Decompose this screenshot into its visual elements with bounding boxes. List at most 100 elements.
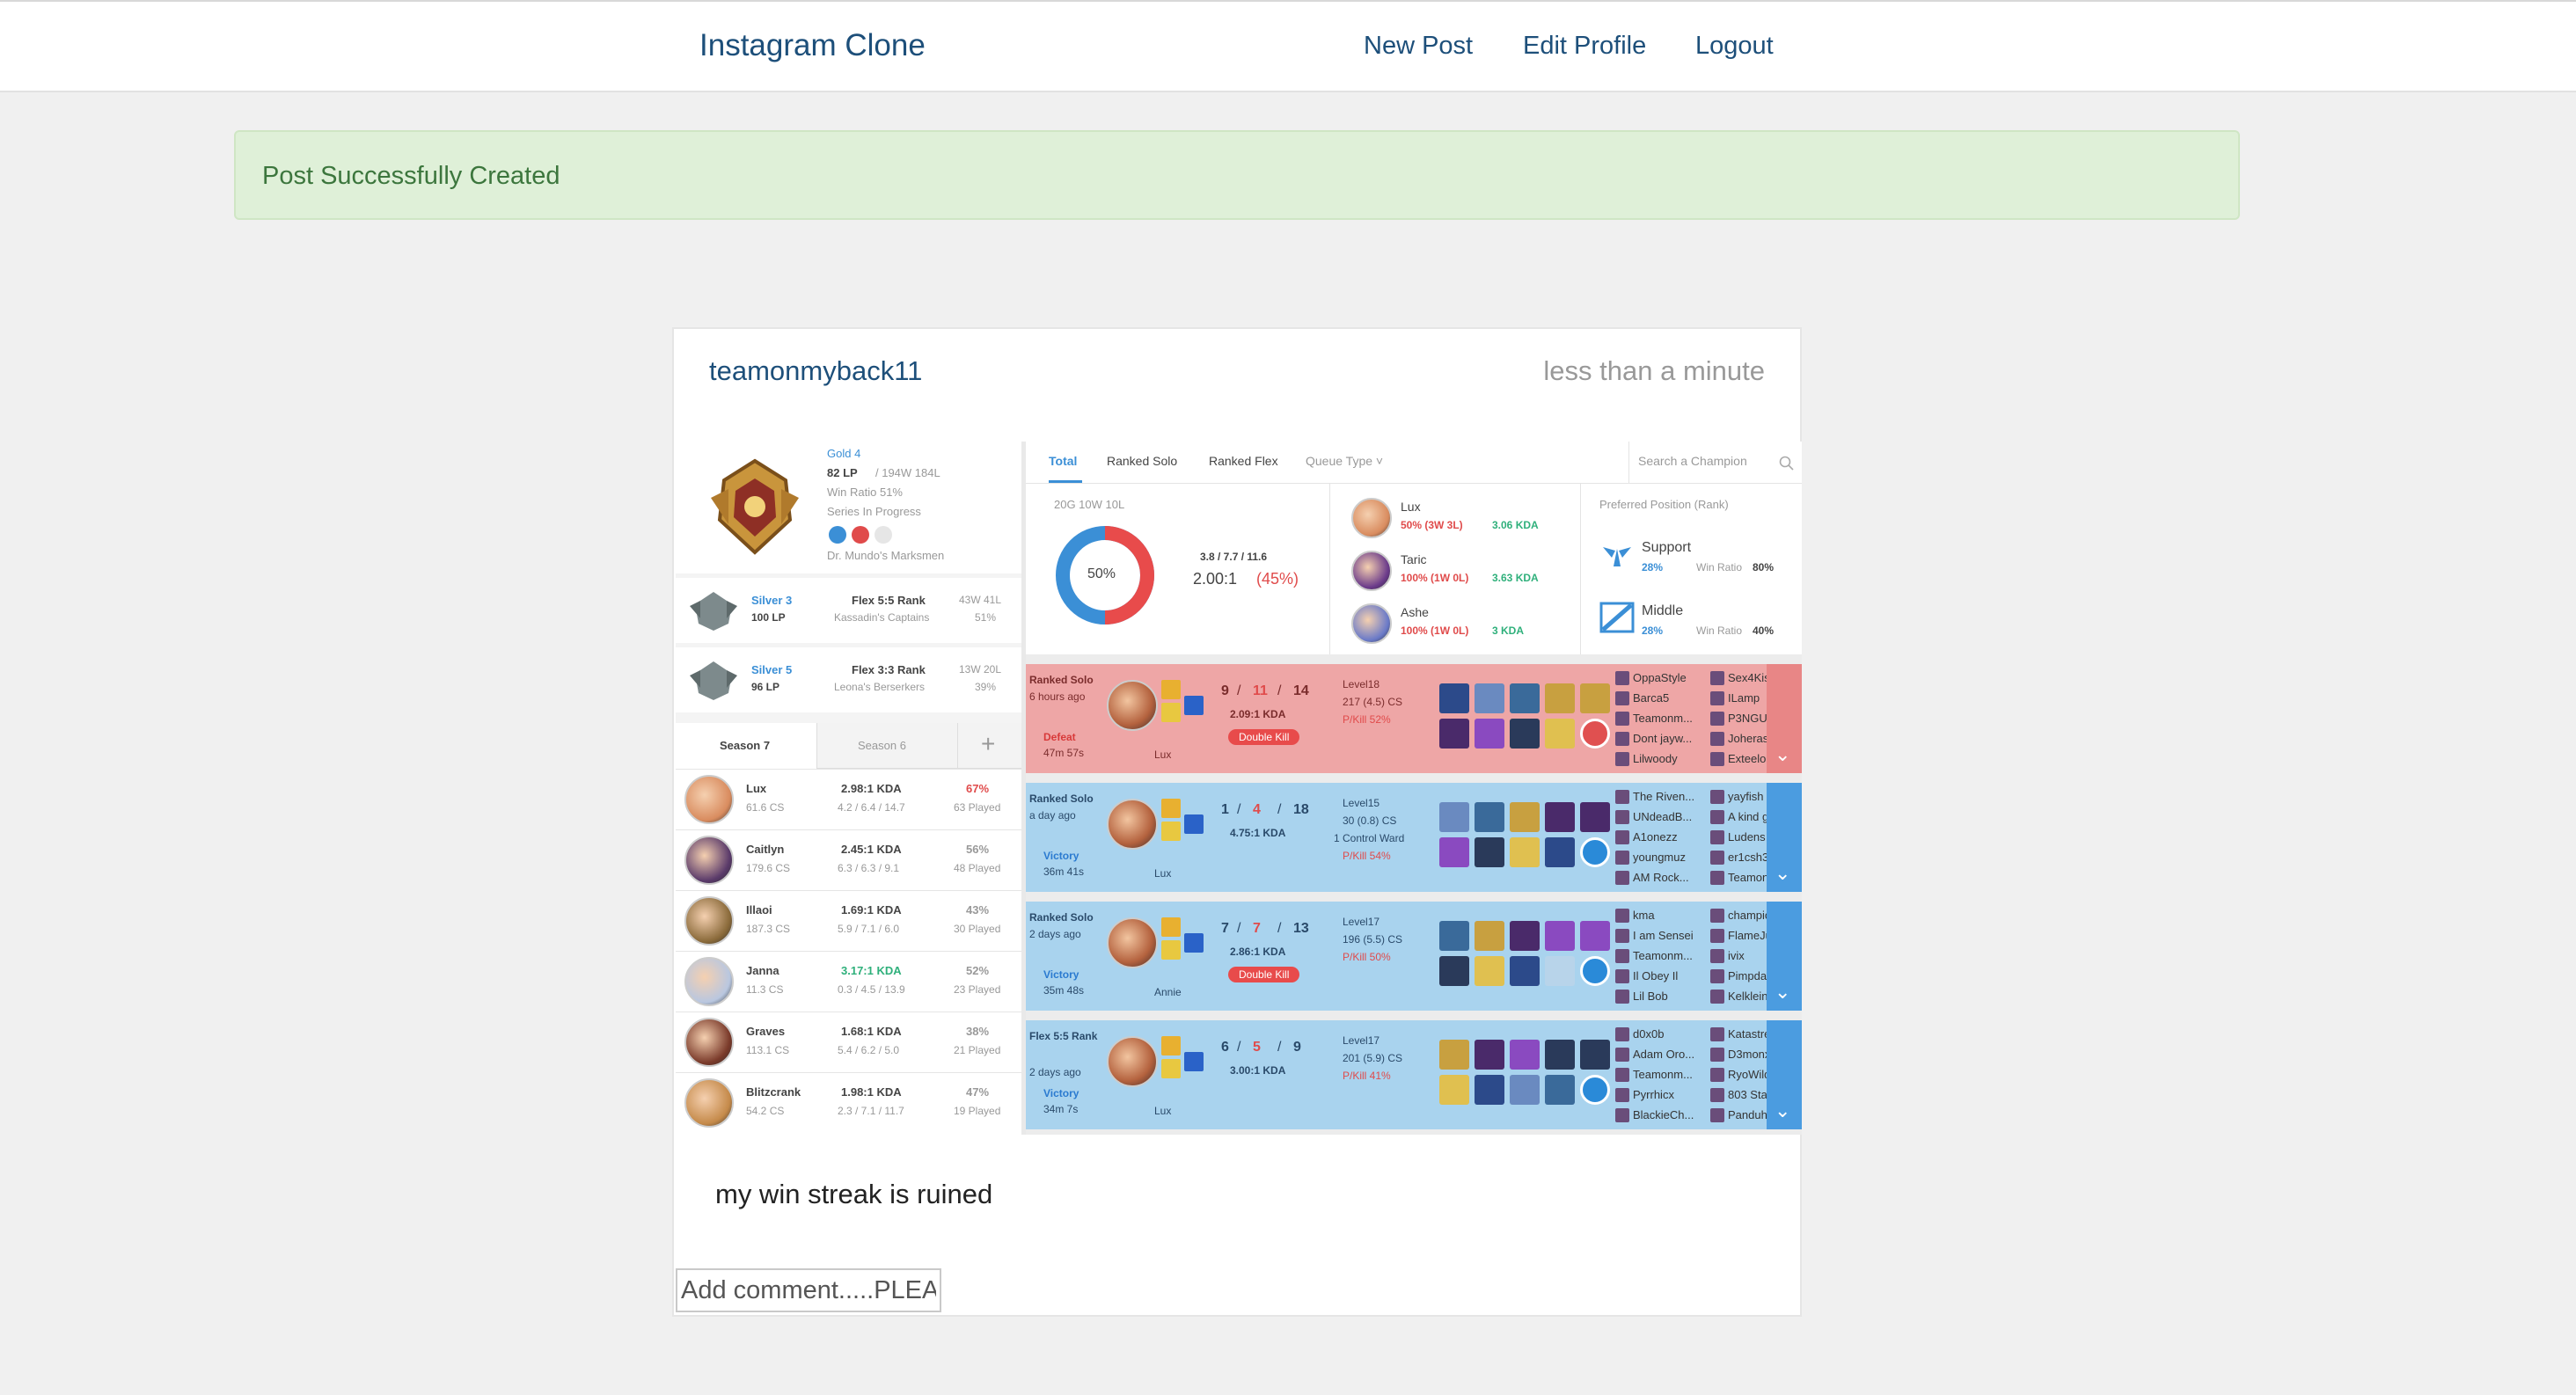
match-deaths: 7	[1253, 921, 1261, 936]
team1-player[interactable]: Barca5	[1633, 691, 1669, 705]
flex-rank-lp: 96 LP	[751, 681, 780, 693]
champion-kda: 2.98:1 KDA	[841, 782, 902, 795]
champion-row[interactable]: Caitlyn 179.6 CS 2.45:1 KDA 6.3 / 6.3 / 9.1…	[676, 829, 1021, 890]
match-duration: 34m 7s	[1043, 1103, 1079, 1115]
team2-player[interactable]: yayfish	[1728, 790, 1763, 803]
match-when: 2 days ago	[1029, 928, 1081, 940]
team1-player[interactable]: The Riven...	[1633, 790, 1694, 803]
team1-player[interactable]: Il Obey Il	[1633, 969, 1678, 982]
team1-player[interactable]: AM Rock...	[1633, 871, 1689, 884]
player-champion-icon	[1710, 1108, 1724, 1122]
tab-season-7[interactable]: Season 7	[676, 723, 816, 769]
new-post-link[interactable]: New Post	[1364, 32, 1473, 61]
team1-player[interactable]: Pyrrhicx	[1633, 1088, 1674, 1101]
flex-rank-pct: 39%	[975, 681, 997, 693]
match-row[interactable]: Ranked Solo 6 hours ago Defeat 47m 57s Lux 9 /…	[1026, 664, 1802, 773]
alert-message: Post Successfully Created	[262, 162, 560, 190]
player-champion-icon	[1710, 1048, 1724, 1062]
champion-row[interactable]: Graves 113.1 CS 1.68:1 KDA 5.4 / 6.2 / 5.0 3…	[676, 1012, 1021, 1072]
champion-name: Blitzcrank	[746, 1085, 801, 1099]
expand-match-button[interactable]: ⌄	[1767, 783, 1802, 892]
player-champion-icon	[1615, 830, 1629, 844]
team1-player[interactable]: UNdeadB...	[1633, 810, 1692, 823]
team1-player[interactable]: Lil Bob	[1633, 990, 1668, 1003]
kda-slash: /	[1237, 1040, 1241, 1055]
tab-ranked-solo[interactable]: Ranked Solo	[1107, 454, 1177, 468]
player-champion-icon	[1615, 1108, 1629, 1122]
item-slot-icon	[1439, 802, 1469, 832]
edit-profile-link[interactable]: Edit Profile	[1523, 32, 1646, 61]
champion-winrate: 43%	[966, 903, 990, 917]
tab-total[interactable]: Total	[1049, 454, 1077, 468]
match-control-wards: 1 Control Ward	[1334, 832, 1405, 844]
team1-player[interactable]: youngmuz	[1633, 851, 1686, 864]
expand-match-button[interactable]: ⌄	[1767, 1020, 1802, 1129]
team1-player[interactable]: I am Sensei	[1633, 929, 1694, 942]
match-row[interactable]: Ranked Solo 2 days ago Victory 35m 48s Annie…	[1026, 902, 1802, 1011]
silver-rank-emblem-icon	[690, 661, 737, 700]
team1-player[interactable]: Lilwoody	[1633, 752, 1678, 765]
champion-kda: 3.17:1 KDA	[841, 964, 902, 977]
match-row[interactable]: Flex 5:5 Rank 2 days ago Victory 34m 7s Lux 6…	[1026, 1020, 1802, 1129]
player-champion-icon	[1615, 1027, 1629, 1041]
champion-row[interactable]: Blitzcrank 54.2 CS 1.98:1 KDA 2.3 / 7.1 / 1…	[676, 1072, 1021, 1133]
team1-player[interactable]: kma	[1633, 909, 1655, 922]
recent-champion-stats: 100% (1W 0L)	[1401, 624, 1469, 637]
champion-name: Illaoi	[746, 903, 772, 917]
chevron-down-icon: ⌄	[1775, 981, 1791, 1003]
item-slot-icon	[1545, 921, 1575, 951]
team1-player[interactable]: Teamonm...	[1633, 712, 1693, 725]
team1-player[interactable]: Teamonm...	[1633, 949, 1693, 962]
post-username[interactable]: teamonmyback11	[709, 355, 922, 387]
player-champion-icon	[1710, 1027, 1724, 1041]
plus-icon: +	[981, 730, 996, 757]
match-row[interactable]: Ranked Solo a day ago Victory 36m 41s Lux 1 / 4…	[1026, 783, 1802, 892]
tab-ranked-flex[interactable]: Ranked Flex	[1209, 454, 1278, 468]
champion-kda: 1.68:1 KDA	[841, 1025, 902, 1038]
chevron-down-icon: ⌄	[1775, 743, 1791, 765]
team1-player[interactable]: Teamonm...	[1633, 1068, 1693, 1081]
team2-player[interactable]: Exteeloi	[1728, 752, 1768, 765]
match-assists: 9	[1293, 1040, 1301, 1055]
rank-tier: Gold 4	[827, 447, 861, 460]
team2-player[interactable]: ILamp	[1728, 691, 1760, 705]
season-tab-label: Season 6	[858, 739, 906, 752]
champion-kda: 1.69:1 KDA	[841, 903, 902, 917]
player-champion-icon	[1615, 851, 1629, 865]
queue-type-dropdown[interactable]: Queue Type ˅	[1306, 454, 1383, 468]
team1-player[interactable]: d0x0b	[1633, 1027, 1664, 1041]
expand-match-button[interactable]: ⌄	[1767, 902, 1802, 1011]
flex-rank-2: Silver 5 96 LP Flex 3:3 Rank Leona's Ber…	[676, 647, 1021, 712]
champion-row[interactable]: Janna 11.3 CS 3.17:1 KDA 0.3 / 4.5 / 13.9 52…	[676, 951, 1021, 1012]
team1-player[interactable]: A1onezz	[1633, 830, 1678, 844]
match-queue: Flex 5:5 Rank	[1029, 1030, 1098, 1042]
tab-season-6[interactable]: Season 6	[816, 723, 957, 769]
flex-rank-record: 43W 41L	[959, 594, 1002, 606]
match-outcome: Victory	[1043, 968, 1079, 981]
champion-search-input[interactable]: Search a Champion	[1628, 442, 1802, 484]
series-win-dot	[829, 526, 846, 544]
expand-match-button[interactable]: ⌄	[1767, 664, 1802, 773]
champion-avatar	[1107, 917, 1158, 968]
item-slot-icon	[1510, 1040, 1540, 1070]
brand-logo[interactable]: Instagram Clone	[699, 28, 926, 63]
team1-player[interactable]: OppaStyle	[1633, 671, 1687, 684]
team1-player[interactable]: Dont jayw...	[1633, 732, 1692, 745]
team1-player[interactable]: Adam Oro...	[1633, 1048, 1694, 1061]
champion-row[interactable]: Illaoi 187.3 CS 1.69:1 KDA 5.9 / 7.1 / 6.0 4…	[676, 890, 1021, 951]
match-level: Level17	[1343, 1034, 1380, 1047]
champion-row[interactable]: Lux 61.6 CS 2.98:1 KDA 4.2 / 6.4 / 14.7 67% 6…	[676, 769, 1021, 829]
player-champion-icon	[1615, 712, 1629, 726]
flex-rank-1: Silver 3 100 LP Flex 5:5 Rank Kassadin's…	[676, 578, 1021, 643]
team1-player[interactable]: BlackieCh...	[1633, 1108, 1694, 1121]
item-slot-icon	[1545, 1040, 1575, 1070]
add-season-button[interactable]: +	[957, 723, 1021, 769]
team2-player[interactable]: ivix	[1728, 949, 1745, 962]
summary-kda-ratio: 2.00:1	[1193, 570, 1238, 588]
champion-avatar	[1351, 498, 1392, 538]
summary-kda-line: 3.8 / 7.7 / 11.6	[1200, 551, 1268, 563]
logout-link[interactable]: Logout	[1695, 32, 1774, 61]
team2-player[interactable]: Joheras	[1728, 732, 1768, 745]
comment-input[interactable]	[676, 1268, 941, 1312]
champion-played: 30 Played	[954, 923, 1001, 935]
